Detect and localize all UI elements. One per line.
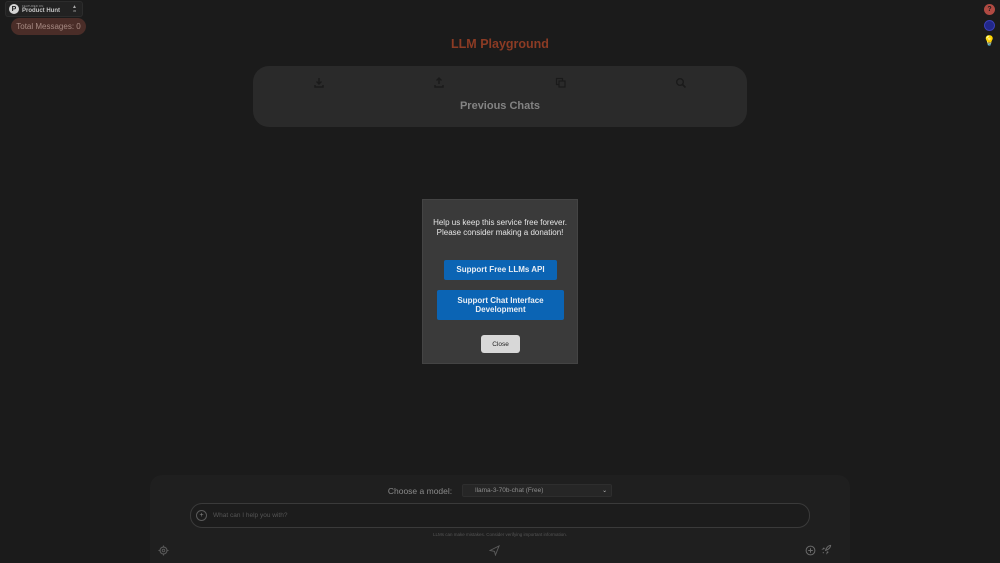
model-selected-value: llama-3-70b-chat (Free): [475, 487, 544, 494]
donation-modal: Help us keep this service free forever. …: [422, 199, 578, 364]
download-icon[interactable]: [313, 77, 325, 89]
help-icon[interactable]: ?: [984, 4, 995, 15]
search-icon[interactable]: [675, 77, 687, 89]
donation-message: Help us keep this service free forever. …: [433, 218, 567, 237]
model-selector-row: Choose a model: llama-3-70b-chat (Free) …: [150, 484, 850, 497]
support-llms-api-button[interactable]: Support Free LLMs API: [444, 260, 557, 280]
settings-gear-icon[interactable]: [158, 545, 169, 556]
send-icon[interactable]: [489, 545, 500, 556]
attach-plus-icon[interactable]: +: [196, 510, 207, 521]
close-button[interactable]: Close: [481, 335, 520, 353]
product-hunt-badge[interactable]: P FEATURED ON Product Hunt ▲ 45: [5, 1, 83, 17]
previous-chats-title: Previous Chats: [459, 100, 541, 112]
chevron-down-icon: ⌄: [602, 488, 608, 494]
chat-input[interactable]: [211, 511, 795, 520]
product-hunt-name: Product Hunt: [22, 7, 60, 14]
previous-chats-panel: Previous Chats: [253, 66, 747, 127]
page-title: LLM Playground: [451, 37, 549, 51]
model-select[interactable]: llama-3-70b-chat (Free) ⌄: [462, 484, 613, 497]
model-label: Choose a model:: [387, 485, 453, 496]
total-messages-badge: Total Messages: 0: [11, 18, 86, 35]
account-icon[interactable]: [984, 20, 995, 31]
product-hunt-vote: ▲ 45: [72, 5, 77, 13]
rocket-icon[interactable]: [821, 544, 832, 555]
copy-icon[interactable]: [555, 77, 567, 89]
new-chat-plus-icon[interactable]: [805, 545, 816, 556]
vote-count: 45: [72, 9, 77, 13]
disclaimer-text: LLMs can make mistakes. Consider verifyi…: [432, 532, 568, 537]
upload-icon[interactable]: [433, 77, 445, 89]
chat-input-container: +: [190, 503, 810, 528]
support-chat-interface-button[interactable]: Support Chat Interface Development: [437, 290, 564, 320]
product-hunt-text: FEATURED ON Product Hunt: [22, 4, 60, 14]
product-hunt-logo-icon: P: [9, 4, 19, 14]
chat-composer-panel: Choose a model: llama-3-70b-chat (Free) …: [150, 475, 850, 563]
